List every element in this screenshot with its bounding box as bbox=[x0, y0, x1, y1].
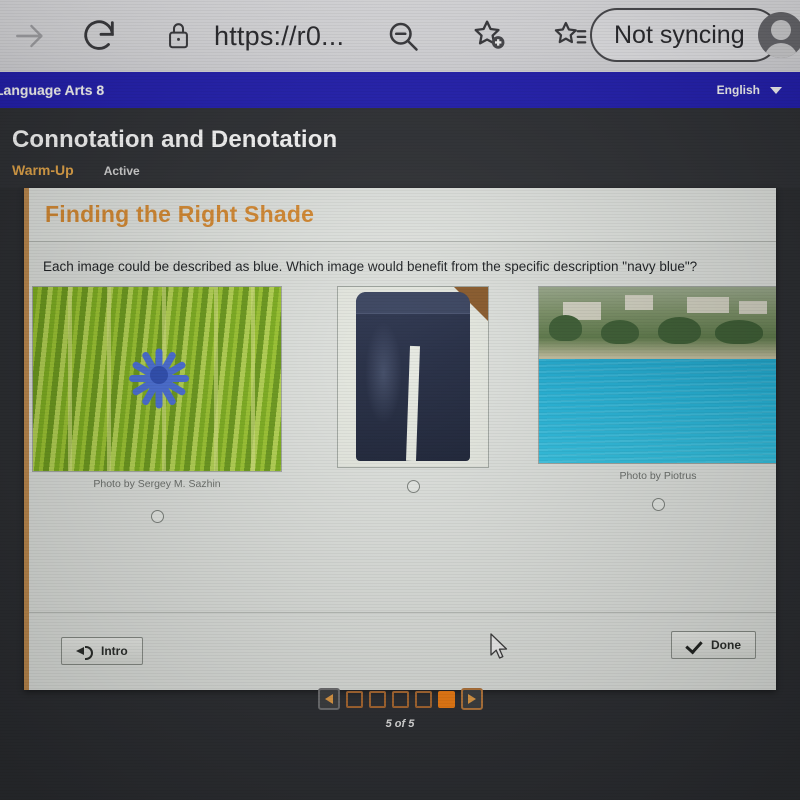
section-label: Warm-Up bbox=[12, 162, 74, 178]
add-bookmark-icon[interactable] bbox=[450, 17, 530, 55]
card-header: Finding the Right Shade bbox=[29, 188, 776, 242]
zoom-out-icon[interactable] bbox=[356, 18, 450, 54]
option-sea-radio[interactable] bbox=[651, 497, 665, 511]
url-text[interactable]: https://r0... bbox=[214, 21, 344, 52]
activity-card: Finding the Right Shade Each image could… bbox=[24, 188, 776, 690]
status-badge: Active bbox=[103, 164, 140, 178]
jeans-image[interactable] bbox=[337, 285, 489, 468]
sea-scene bbox=[539, 286, 776, 463]
speaker-icon bbox=[76, 644, 93, 660]
cornflower bbox=[127, 347, 191, 409]
pager-dots bbox=[317, 688, 483, 710]
lock-icon[interactable] bbox=[142, 20, 214, 52]
forward-arrow-icon[interactable] bbox=[4, 19, 56, 53]
photo-credit: Photo by Sergey M. Sazhin bbox=[93, 477, 221, 490]
pager-step-3[interactable] bbox=[391, 690, 409, 708]
flower-scene bbox=[33, 286, 281, 471]
intro-button-label: Intro bbox=[101, 644, 128, 658]
pager-step-5[interactable] bbox=[437, 690, 455, 708]
option-flower-radio[interactable] bbox=[150, 509, 164, 523]
page-title: Connotation and Denotation bbox=[12, 126, 338, 153]
language-selector[interactable]: English bbox=[717, 83, 782, 97]
browser-toolbar: https://r0... Not syncing bbox=[0, 0, 800, 72]
course-name[interactable]: Language Arts 8 bbox=[0, 82, 104, 98]
avatar[interactable] bbox=[758, 12, 800, 58]
chevron-down-icon bbox=[770, 86, 782, 94]
sync-status-button[interactable]: Not syncing bbox=[590, 8, 780, 62]
photo-credit: Photo by Piotrus bbox=[619, 469, 697, 482]
flower-image[interactable] bbox=[32, 285, 282, 472]
pager-step-2[interactable] bbox=[368, 690, 386, 708]
check-icon bbox=[686, 638, 703, 652]
left-arrow-icon bbox=[324, 694, 333, 704]
pager-label: 5 of 5 bbox=[385, 718, 415, 730]
language-label: English bbox=[716, 83, 760, 97]
pager: 5 of 5 bbox=[0, 688, 800, 730]
jeans-scene bbox=[338, 286, 488, 467]
card-footer: Intro Done bbox=[29, 612, 776, 690]
sea-image[interactable] bbox=[538, 285, 776, 464]
pager-next-button[interactable] bbox=[460, 688, 483, 710]
reload-icon[interactable] bbox=[56, 16, 142, 56]
lesson-header: Connotation and Denotation Warm-Up Activ… bbox=[0, 108, 800, 188]
sync-status-label: Not syncing bbox=[614, 20, 745, 49]
pager-prev-button[interactable] bbox=[317, 688, 340, 710]
right-arrow-icon bbox=[467, 694, 476, 704]
answer-options: Photo by Sergey M. Sazhin Photo by Piotr… bbox=[29, 285, 776, 536]
option-flower[interactable]: Photo by Sergey M. Sazhin bbox=[29, 285, 285, 523]
done-button[interactable]: Done bbox=[671, 631, 756, 659]
done-button-label: Done bbox=[711, 638, 741, 652]
option-jeans[interactable] bbox=[333, 285, 493, 493]
pager-step-4[interactable] bbox=[414, 690, 432, 708]
lesson-subheader: Warm-Up Active bbox=[12, 162, 800, 178]
card-title: Finding the Right Shade bbox=[45, 201, 315, 227]
question-text: Each image could be described as blue. W… bbox=[43, 259, 698, 274]
option-sea[interactable]: Photo by Piotrus bbox=[535, 285, 776, 511]
pager-step-1[interactable] bbox=[345, 690, 363, 708]
course-bar: Language Arts 8 English bbox=[0, 72, 800, 108]
intro-button[interactable]: Intro bbox=[61, 637, 143, 665]
screen-capture: https://r0... Not syncing Language Arts … bbox=[0, 0, 800, 800]
option-jeans-radio[interactable] bbox=[406, 479, 420, 493]
